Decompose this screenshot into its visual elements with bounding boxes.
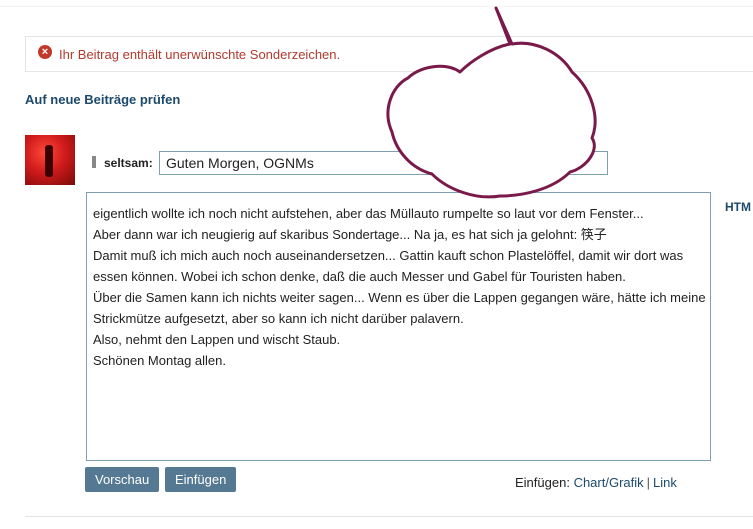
insert-chart-link[interactable]: Chart/Grafik (574, 475, 644, 490)
error-message-box: × Ihr Beitrag enthält unerwünschte Sonde… (25, 36, 753, 72)
check-new-posts-link[interactable]: Auf neue Beiträge prüfen (25, 92, 180, 107)
post-body-line: Aber dann war ich neugierig auf skaribus… (93, 227, 607, 242)
insert-separator: | (646, 475, 651, 490)
post-title-input[interactable] (159, 151, 608, 175)
post-body-line: Über die Samen kann ich nichts weiter sa… (93, 290, 706, 305)
post-body-line: Strickmütze aufgesetzt, aber so kann ich… (93, 311, 464, 326)
post-body-line: essen können. Wobei ich schon denke, daß… (93, 269, 626, 284)
error-message-text: Ihr Beitrag enthält unerwünschte Sonderz… (59, 47, 341, 62)
post-body-line: eigentlich wollte ich noch nicht aufsteh… (93, 206, 644, 221)
post-body-line: Also, nehmt den Lappen und wischt Staub. (93, 332, 341, 347)
post-body-textarea[interactable]: eigentlich wollte ich noch nicht aufsteh… (86, 192, 711, 461)
post-body-line: Damit muß ich mich auch noch auseinander… (93, 248, 684, 263)
insert-options: Einfügen: Chart/Grafik | Link (515, 475, 677, 490)
bottom-divider (25, 516, 753, 517)
insert-label: Einfügen: (515, 475, 570, 490)
insert-button[interactable]: Einfügen (165, 467, 236, 492)
post-body-line: Schönen Montag allen. (93, 353, 226, 368)
username-label: seltsam: (104, 156, 153, 170)
user-marker (92, 156, 96, 168)
html-mode-toggle[interactable]: HTM (725, 200, 751, 214)
insert-link-link[interactable]: Link (653, 475, 677, 490)
page-top-edge (0, 0, 753, 7)
error-circle-icon: × (38, 45, 52, 59)
user-avatar (25, 135, 75, 185)
preview-button[interactable]: Vorschau (85, 467, 159, 492)
